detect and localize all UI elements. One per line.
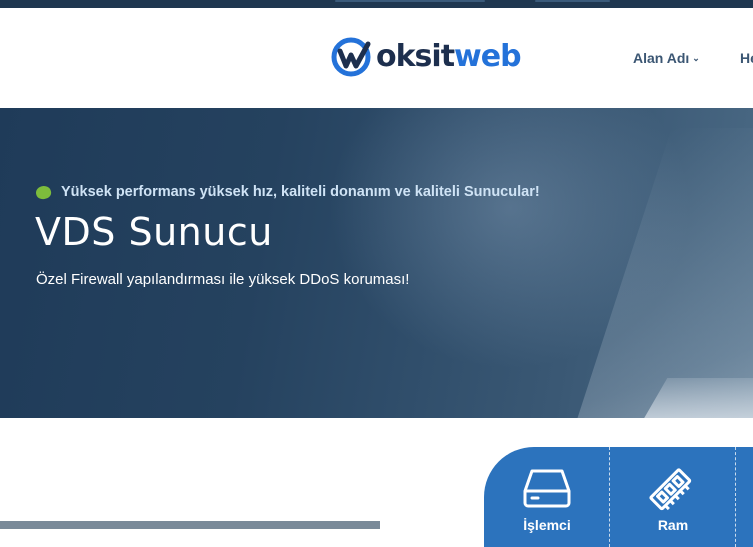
logo-text: oksitweb xyxy=(376,36,522,78)
hero-subtitle: Özel Firewall yapılandırması ile yüksek … xyxy=(36,271,410,288)
site-logo[interactable]: oksitweb xyxy=(330,36,522,78)
ram-chip-icon xyxy=(649,468,692,511)
site-header: oksitweb Alan Adı⌄ He xyxy=(0,8,753,108)
nav-item-label: Alan Adı xyxy=(633,50,690,66)
content-card-edge xyxy=(0,521,380,529)
features-panel: İşlemci Ram xyxy=(484,447,753,547)
top-bar-accent xyxy=(535,0,610,2)
hero-tagline: Yüksek performans yüksek hız, kaliteli d… xyxy=(61,184,540,200)
nav-item-domain[interactable]: Alan Adı ⌄ xyxy=(633,50,700,66)
nav-item-label: He xyxy=(740,50,753,66)
feature-label: İşlemci xyxy=(523,517,571,533)
hero-banner: Yüksek performans yüksek hız, kaliteli d… xyxy=(0,108,753,418)
page-title: VDS Sunucu xyxy=(35,210,273,254)
logo-mark-icon xyxy=(331,37,371,77)
leaf-dot-icon xyxy=(34,183,53,201)
feature-divider xyxy=(735,447,736,547)
feature-item-cpu[interactable]: İşlemci xyxy=(484,447,610,547)
top-bar xyxy=(0,0,753,8)
hard-drive-icon xyxy=(523,469,571,508)
feature-item-ram[interactable]: Ram xyxy=(610,447,736,547)
top-bar-accent xyxy=(335,0,485,2)
hero-tagline-row: Yüksek performans yüksek hız, kaliteli d… xyxy=(34,183,540,201)
chevron-down-icon: ⌄ xyxy=(692,53,700,63)
nav-item-second[interactable]: He xyxy=(740,50,753,66)
logo-text-web: web xyxy=(454,39,522,74)
logo-text-oksit: oksit xyxy=(376,39,455,74)
feature-label: Ram xyxy=(657,517,689,533)
